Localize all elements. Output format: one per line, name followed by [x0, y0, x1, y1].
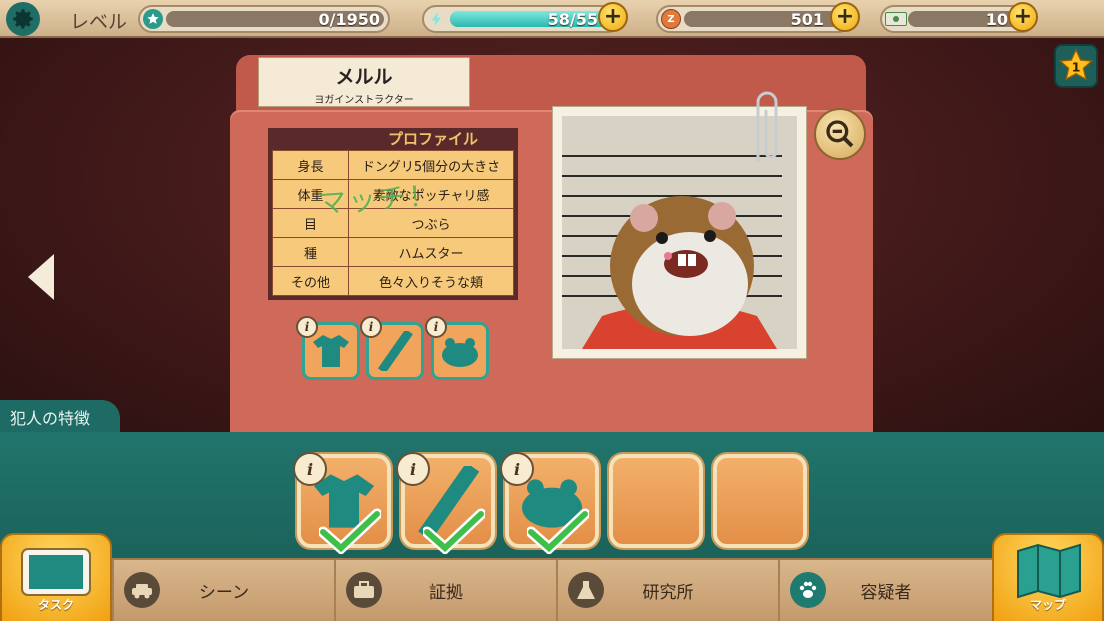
add-coins-button[interactable]: +	[830, 2, 860, 32]
lightning-icon	[427, 9, 447, 29]
tab-evidence[interactable]: 証拠	[334, 560, 556, 621]
map-button[interactable]: マップ	[992, 533, 1104, 621]
suspect-name: メルル	[335, 66, 393, 88]
trait-slot-empty[interactable]	[609, 454, 703, 548]
flask-icon	[568, 572, 604, 608]
info-icon[interactable]: i	[296, 316, 318, 338]
cash-value: 10	[985, 10, 1008, 29]
profile-row: その他 色々入りそうな頬	[272, 266, 514, 296]
match-stamp: マッチ！	[317, 178, 440, 221]
ruler-icon	[377, 331, 413, 371]
tab-scene-label: シーン	[198, 583, 250, 603]
profile-row: 種 ハムスター	[272, 237, 514, 267]
tab-evidence-label: 証拠	[429, 583, 463, 603]
tab-suspects[interactable]: 容疑者	[778, 560, 992, 621]
profile-value: 色々入りそうな頬	[348, 266, 514, 296]
zoom-out-button[interactable]	[814, 108, 866, 160]
info-icon[interactable]: i	[360, 316, 382, 338]
profile-value: ハムスター	[348, 237, 514, 267]
checkmark-icon	[527, 508, 589, 554]
traits-label: 犯人の特徴	[0, 400, 120, 432]
profile-table: 身長 ドングリ5個分の大きさ 体重 素敵なポッチャリ感 目 つぶら 種 ハムスタ…	[272, 150, 514, 296]
profile-key: 身長	[272, 150, 349, 180]
police-car-icon	[124, 572, 160, 608]
trait-slot-empty[interactable]	[713, 454, 807, 548]
info-icon[interactable]: i	[396, 452, 430, 486]
paperclip-icon	[756, 91, 778, 162]
info-icon[interactable]: i	[425, 316, 447, 338]
hamster-icon	[442, 338, 478, 367]
star-rating-button[interactable]: 1	[1054, 44, 1098, 88]
profile-row: 身長 ドングリ5個分の大きさ	[272, 150, 514, 180]
shield-star-icon	[143, 9, 163, 29]
tab-lab[interactable]: 研究所	[556, 560, 778, 621]
suspect-role: ヨガインストラクター	[314, 95, 414, 106]
energy-value: 58/55	[547, 10, 598, 29]
checkmark-icon	[423, 508, 485, 554]
tab-scene[interactable]: シーン	[112, 560, 334, 621]
star-count: 1	[1072, 60, 1081, 75]
profile-title: プロファイル	[387, 130, 478, 148]
xp-bar: 0/1950	[138, 5, 390, 33]
map-label: マップ	[1029, 598, 1066, 612]
xp-value: 0/1950	[318, 10, 380, 29]
tab-lab-label: 研究所	[642, 583, 694, 603]
level-label: レベル	[70, 11, 128, 33]
checkmark-icon	[319, 508, 381, 554]
profile-key: 種	[272, 237, 349, 267]
shirt-icon	[313, 335, 349, 367]
add-cash-button[interactable]: +	[1008, 2, 1038, 32]
coins-value: 501	[790, 10, 824, 29]
suspect-nametag: メルル ヨガインストラクター	[258, 57, 470, 107]
briefcase-icon	[346, 572, 382, 608]
tasks-button[interactable]: タスク	[0, 533, 112, 621]
tablet-icon	[21, 548, 91, 596]
coin-icon: Z	[661, 9, 681, 29]
energy-bar: 58/55	[422, 5, 622, 33]
map-icon	[1017, 543, 1081, 599]
profile-key: その他	[272, 266, 349, 296]
info-icon[interactable]: i	[293, 452, 327, 486]
star-icon: 1	[1058, 48, 1094, 81]
previous-arrow-button[interactable]	[26, 252, 56, 302]
tasks-label: タスク	[37, 598, 74, 612]
paw-icon	[790, 572, 826, 608]
coins-bar: Z 501	[656, 5, 852, 33]
cash-icon	[885, 12, 907, 26]
tab-suspects-label: 容疑者	[860, 583, 912, 603]
info-icon[interactable]: i	[500, 452, 534, 486]
settings-button[interactable]	[6, 2, 40, 36]
magnifier-minus-icon	[826, 120, 854, 148]
add-energy-button[interactable]: +	[598, 2, 628, 32]
gear-icon	[13, 9, 33, 29]
